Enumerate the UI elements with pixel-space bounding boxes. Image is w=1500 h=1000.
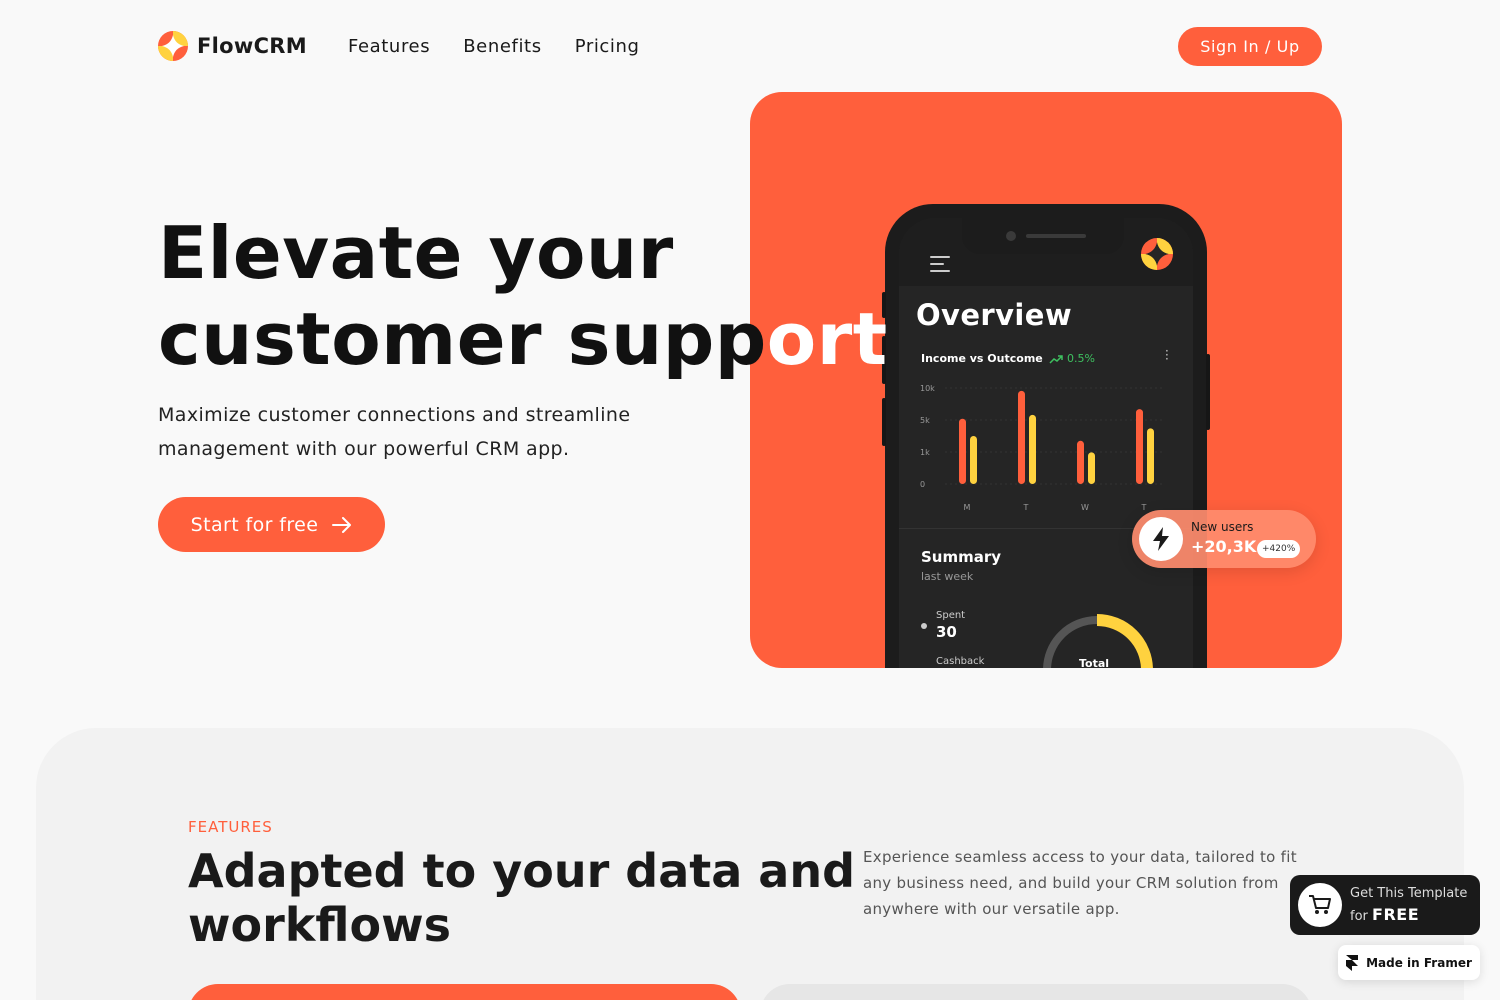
phone-side-button — [1206, 354, 1210, 430]
flowcrm-logo-icon — [158, 31, 188, 61]
chart-bar — [1029, 414, 1036, 484]
template-promo-line2: for FREE — [1350, 905, 1419, 924]
summary-title: Summary — [921, 548, 1002, 566]
new-users-label: New users — [1191, 520, 1254, 534]
phone-notch — [962, 218, 1124, 254]
chart-bar — [1136, 409, 1143, 484]
new-users-change: +420% — [1257, 540, 1301, 558]
trend-up-icon — [1049, 354, 1063, 364]
hero-title: Elevate your customer support — [158, 210, 888, 382]
template-promo-prefix: for — [1350, 909, 1368, 924]
income-change: 0.5% — [1049, 352, 1095, 365]
start-for-free-button[interactable]: Start for free — [158, 497, 385, 552]
template-promo-free: FREE — [1372, 905, 1420, 924]
top-nav: FlowCRM Features Benefits Pricing Sign I… — [0, 0, 1500, 92]
hero-subtitle-line2: management with our powerful CRM app. — [158, 438, 570, 460]
hero-subtitle-line1: Maximize customer connections and stream… — [158, 404, 631, 426]
nav-link-features[interactable]: Features — [348, 36, 430, 57]
phone-side-button — [882, 398, 886, 446]
flowcrm-logo-icon — [1141, 238, 1173, 270]
income-vs-outcome-label: Income vs Outcome — [921, 352, 1043, 365]
chart-bar — [959, 418, 966, 484]
feature-card-gray — [760, 984, 1312, 1000]
x-tick-label: M — [964, 503, 971, 512]
made-in-framer-badge[interactable]: Made in Framer — [1338, 945, 1480, 980]
features-title: Adapted to your data and workflows — [188, 844, 855, 952]
spent-label: Spent — [936, 610, 966, 621]
donut-total-label: Total — [1079, 657, 1110, 668]
income-change-value: 0.5% — [1067, 352, 1095, 365]
feature-card-orange — [188, 984, 741, 1000]
hero-title-line2-dark: customer supp — [158, 297, 767, 381]
y-tick-label: 10k — [920, 384, 935, 393]
x-tick-label: T — [1023, 503, 1029, 512]
features-description: Experience seamless access to your data,… — [863, 848, 1297, 918]
phone-overview-title: Overview — [916, 298, 1073, 332]
logo[interactable]: FlowCRM — [158, 31, 307, 61]
summary-period: last week — [921, 570, 974, 583]
get-template-button[interactable]: Get This Template for FREE — [1290, 875, 1480, 935]
hero-title-line2: customer support — [158, 296, 888, 382]
features-eyebrow: FEATURES — [188, 818, 273, 836]
chart-bar — [1018, 390, 1025, 484]
hero-title-line2-white: ort — [766, 297, 888, 381]
framer-logo-icon — [1346, 954, 1359, 971]
y-tick-label: 0 — [920, 480, 925, 489]
hero-subtitle: Maximize customer connections and stream… — [158, 398, 718, 466]
new-users-value: +20,3K — [1191, 537, 1257, 556]
x-tick-label: T — [1141, 503, 1147, 512]
nav-link-pricing[interactable]: Pricing — [575, 36, 640, 57]
arrow-right-icon — [332, 516, 352, 533]
nav-links: Features Benefits Pricing — [348, 36, 640, 57]
lightning-icon — [1139, 517, 1183, 561]
hamburger-menu-icon — [930, 256, 950, 277]
spent-value: 30 — [936, 623, 957, 641]
chart-bar — [1147, 428, 1154, 484]
features-section: FEATURES Adapted to your data and workfl… — [36, 728, 1464, 1000]
more-options-icon: · · · — [1165, 344, 1169, 366]
brand-name: FlowCRM — [197, 34, 307, 58]
spent-legend-dot — [921, 623, 927, 629]
template-promo-line1: Get This Template — [1350, 886, 1468, 901]
framer-label: Made in Framer — [1366, 955, 1472, 970]
chart-bar — [1077, 440, 1084, 484]
y-tick-label: 1k — [920, 448, 930, 457]
x-tick-label: W — [1081, 503, 1089, 512]
hero-title-line1: Elevate your — [158, 211, 674, 295]
chart-bar — [970, 436, 977, 484]
cart-icon — [1298, 883, 1342, 927]
y-tick-label: 5k — [920, 416, 930, 425]
phone-screen: Overview Income vs Outcome 0.5% · · · 10k 5… — [899, 218, 1193, 668]
income-bar-chart: 10k 5k 1k 0 M T W T — [920, 384, 1165, 512]
new-users-badge: New users +20,3K +420% — [1132, 510, 1316, 568]
nav-link-benefits[interactable]: Benefits — [463, 36, 541, 57]
cta-label: Start for free — [190, 513, 319, 536]
sign-in-button[interactable]: Sign In / Up — [1178, 27, 1322, 66]
cashback-label: Cashback — [936, 656, 985, 667]
chart-bar — [1088, 452, 1095, 484]
phone-mockup: Overview Income vs Outcome 0.5% · · · 10k 5… — [882, 204, 1210, 668]
